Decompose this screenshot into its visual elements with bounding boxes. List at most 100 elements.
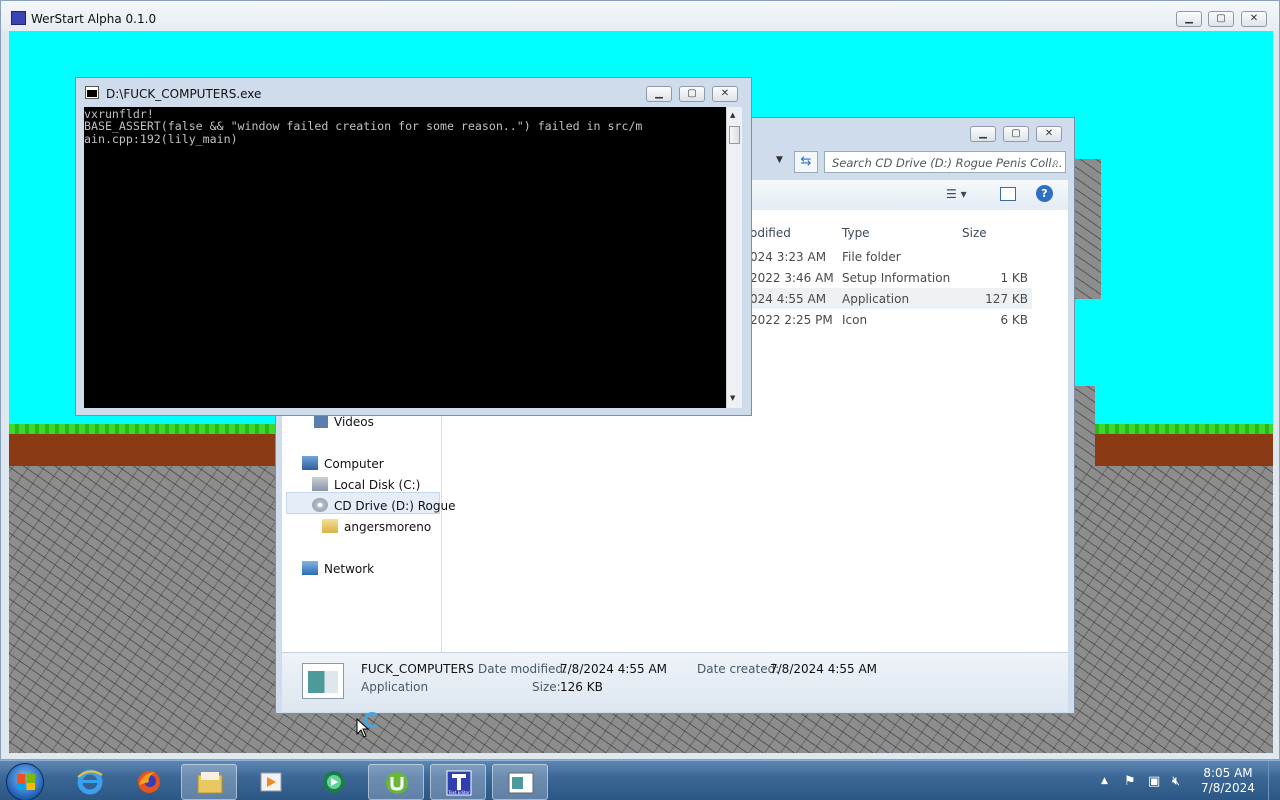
volume-muted-icon[interactable]: 🔇︎: [1172, 774, 1180, 789]
explorer-minimize-button[interactable]: ▁: [970, 126, 996, 142]
start-button[interactable]: [6, 763, 44, 800]
taskbar: Text Editor ▲ ⚑ ▣ 🔇︎ 8:05 AM 7/8/2024: [0, 760, 1280, 800]
media-center-icon: [323, 771, 345, 793]
console-output[interactable]: vxrunfldr! BASE_ASSERT(false && "window f…: [84, 107, 726, 408]
scroll-up-arrow[interactable]: ▲: [730, 111, 735, 119]
view-options-icon[interactable]: ☰ ▾: [946, 187, 967, 201]
details-date-created-label: Date created:: [697, 662, 780, 676]
stone-pillar: [1075, 159, 1101, 299]
column-header-size[interactable]: Size: [962, 226, 987, 240]
action-center-flag-icon[interactable]: ⚑: [1124, 774, 1136, 789]
console-line: BASE_ASSERT(false && "window failed crea…: [84, 119, 643, 134]
details-size-label: Size:: [532, 680, 561, 694]
nav-item-videos[interactable]: Videos: [314, 414, 374, 429]
clock-date: 7/8/2024: [1201, 781, 1255, 795]
cd-drive-icon: [312, 498, 328, 512]
nav-item-network[interactable]: Network: [302, 561, 374, 576]
network-tray-icon[interactable]: ▣: [1148, 774, 1160, 789]
taskbar-utorrent[interactable]: [368, 764, 424, 800]
scroll-down-arrow[interactable]: ▼: [730, 394, 735, 402]
search-placeholder: Search CD Drive (D:) Rogue Penis Coll...: [832, 156, 1063, 170]
console-icon: [85, 86, 99, 99]
file-type: Setup Information: [842, 271, 951, 285]
hard-disk-icon: [312, 477, 328, 491]
stone-pillar-lower: [1075, 386, 1095, 466]
details-date-modified: 7/8/2024 4:55 AM: [560, 662, 668, 676]
application-window-icon: [508, 772, 534, 794]
preview-pane-icon[interactable]: [1000, 187, 1016, 201]
details-date-modified-label: Date modified:: [478, 662, 568, 676]
search-input[interactable]: Search CD Drive (D:) Rogue Penis Coll...…: [824, 151, 1066, 173]
column-header-type[interactable]: Type: [842, 226, 870, 240]
column-header-modified[interactable]: odified: [750, 226, 791, 240]
nav-item-local-disk[interactable]: Local Disk (C:): [312, 477, 420, 492]
console-close-button[interactable]: ✕: [712, 86, 738, 102]
show-hidden-icons-icon[interactable]: ▲: [1101, 776, 1108, 786]
scroll-thumb[interactable]: [729, 126, 740, 144]
taskbar-file-explorer[interactable]: [181, 764, 237, 800]
mouse-cursor-icon: [356, 718, 370, 738]
taskbar-firefox[interactable]: [121, 764, 177, 800]
taskbar-console-app[interactable]: [492, 764, 548, 800]
file-modified: 2022 2:25 PM: [750, 313, 833, 327]
help-icon[interactable]: ?: [1036, 185, 1053, 202]
nav-label-videos: Videos: [334, 415, 374, 429]
file-type: File folder: [842, 250, 901, 264]
console-maximize-button[interactable]: ▢: [679, 86, 705, 102]
windows-logo-icon: [17, 774, 35, 790]
game-titlebar[interactable]: WerStart Alpha 0.1.0 ▁ ▢ ✕: [1, 1, 1279, 31]
utorrent-icon: [386, 772, 408, 794]
refresh-button[interactable]: ⇆: [794, 151, 818, 173]
nav-item-cd-drive[interactable]: CD Drive (D:) Rogue: [312, 498, 455, 513]
chevron-down-icon[interactable]: ▼: [776, 155, 790, 169]
computer-icon: [302, 456, 318, 470]
media-player-icon: [260, 772, 282, 792]
nav-label-cd-drive: CD Drive (D:) Rogue: [334, 499, 456, 513]
show-desktop-button[interactable]: [1268, 761, 1280, 800]
file-type: Application: [842, 292, 910, 306]
close-button[interactable]: ✕: [1241, 11, 1267, 27]
console-window[interactable]: D:\FUCK_COMPUTERS.exe ▁ ▢ ✕ vxrunfldr! BA…: [75, 77, 752, 416]
taskbar-text-editor[interactable]: Text Editor: [430, 764, 486, 800]
details-date-created: 7/8/2024 4:55 AM: [770, 662, 878, 676]
maximize-button[interactable]: ▢: [1208, 11, 1234, 27]
file-size: 6 KB: [1000, 313, 1028, 327]
firefox-icon: [138, 771, 160, 793]
minimize-button[interactable]: ▁: [1176, 11, 1202, 27]
file-size: 127 KB: [985, 292, 1028, 306]
clock-time: 8:05 AM: [1203, 766, 1253, 780]
explorer-close-button[interactable]: ✕: [1036, 126, 1062, 142]
game-window-title: WerStart Alpha 0.1.0: [31, 12, 157, 26]
text-editor-caption: Text Editor: [447, 790, 470, 795]
taskbar-media-player[interactable]: [243, 764, 299, 800]
folder-icon: [197, 772, 223, 794]
nav-label-local-disk: Local Disk (C:): [334, 478, 421, 492]
nav-label-network: Network: [324, 562, 375, 576]
explorer-maximize-button[interactable]: ▢: [1003, 126, 1029, 142]
videos-icon: [314, 414, 328, 428]
nav-item-computer[interactable]: Computer: [302, 456, 384, 471]
nav-label-folder: angersmoreno: [344, 520, 432, 534]
application-icon: [302, 663, 344, 699]
console-text: vxrunfldr! BASE_ASSERT(false && "window f…: [84, 108, 642, 145]
network-icon: [302, 561, 318, 575]
text-editor-icon: Text Editor: [446, 770, 472, 796]
file-type: Icon: [842, 313, 868, 327]
details-pane: FUCK_COMPUTERS Application Date modified…: [282, 652, 1068, 712]
console-scrollbar[interactable]: ▲ ▼: [726, 107, 742, 408]
console-title: D:\FUCK_COMPUTERS.exe: [106, 87, 262, 101]
file-size: 1 KB: [1000, 271, 1028, 285]
folder-icon: [322, 519, 338, 533]
file-modified: 2022 3:46 AM: [750, 271, 834, 285]
search-icon: ⌕: [1052, 155, 1059, 169]
nav-item-folder[interactable]: angersmoreno: [322, 519, 431, 534]
details-size: 126 KB: [560, 680, 603, 694]
game-app-icon: [11, 11, 26, 25]
details-file-kind: Application: [361, 680, 429, 694]
console-line: ain.cpp:192(lily_main): [84, 131, 238, 146]
console-minimize-button[interactable]: ▁: [646, 86, 672, 102]
file-modified: 024 4:55 AM: [750, 292, 827, 306]
taskbar-internet-explorer[interactable]: [62, 764, 118, 800]
taskbar-media-center[interactable]: [306, 764, 362, 800]
tray-clock[interactable]: 8:05 AM 7/8/2024: [1196, 766, 1260, 796]
